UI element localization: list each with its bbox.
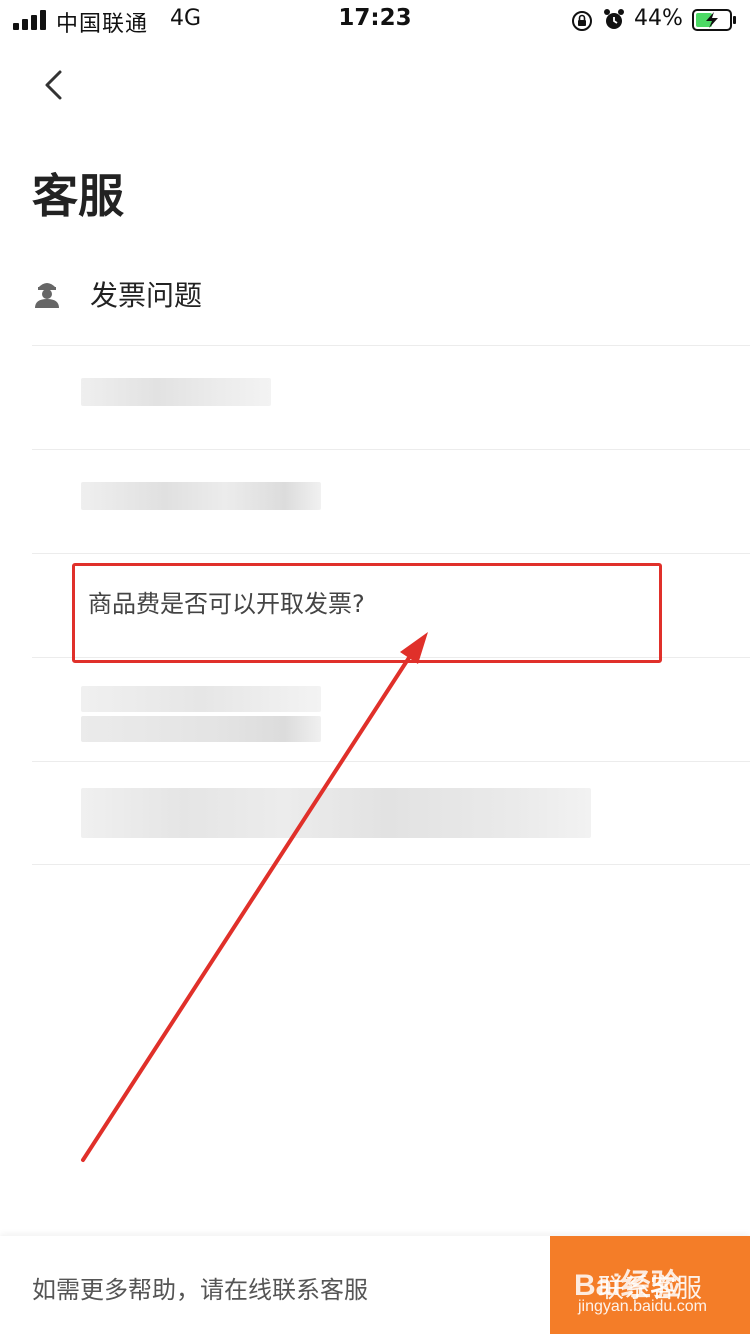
chevron-left-icon [45,70,62,100]
annotation-highlight-box [72,563,662,663]
lock-rotation-icon [572,11,592,31]
faq-item[interactable] [32,761,750,865]
baidu-jingyan-watermark: Bai经验 jingyan.baidu.com [574,1252,744,1322]
alarm-icon [604,9,624,29]
status-bar: 中国联通 4G 17:23 44% [0,0,750,40]
faq-item[interactable] [32,345,750,449]
blurred-question [81,788,591,838]
blurred-question [81,686,321,712]
agent-icon [35,283,59,308]
help-text: 如需更多帮助，请在线联系客服 [32,1276,368,1304]
blurred-question [81,716,321,742]
faq-item[interactable] [32,449,750,553]
faq-item[interactable] [32,657,750,761]
section-label: 发票问题 [90,279,203,312]
battery-charging-icon [692,9,736,31]
watermark-url: jingyan.baidu.com [578,1298,707,1315]
blurred-question [81,378,271,406]
battery-percent: 44% [634,6,683,31]
back-button[interactable] [30,60,80,110]
section-header: 发票问题 [32,270,732,320]
page-title: 客服 [32,169,124,223]
blurred-question [81,482,321,510]
